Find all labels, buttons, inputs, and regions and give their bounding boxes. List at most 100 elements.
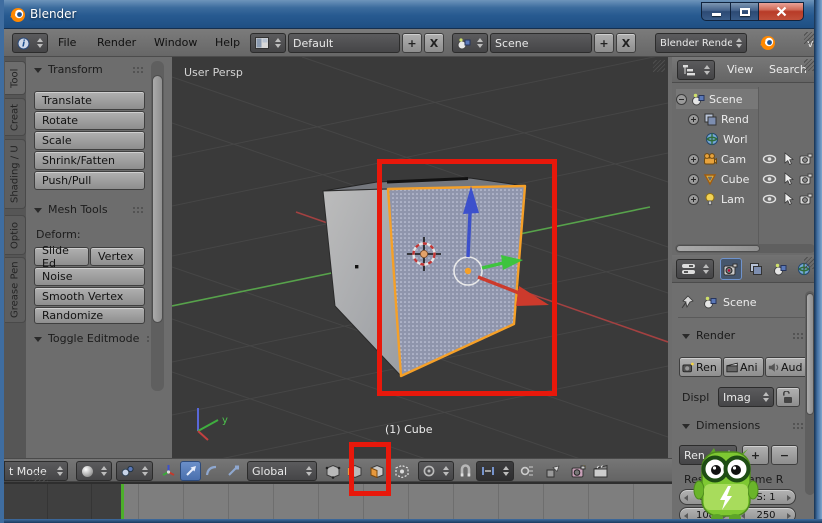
vertex-dot[interactable] — [355, 265, 359, 269]
expand-icon[interactable] — [688, 153, 699, 165]
translate-manipulator-button[interactable] — [180, 461, 201, 481]
outliner-item-cube[interactable]: Cube — [688, 169, 749, 189]
scrollbar-thumb[interactable] — [806, 293, 814, 415]
screen-delete-button[interactable]: X — [424, 33, 444, 53]
panel-grip-icon[interactable] — [132, 66, 145, 73]
mesh-tools-panel-header[interactable]: Mesh Tools — [34, 203, 108, 216]
scale-button[interactable]: Scale — [34, 131, 145, 150]
panel-grip-icon[interactable] — [132, 206, 145, 213]
outliner-item-renderlayers[interactable]: Rend — [688, 109, 749, 129]
display-mode-dropdown[interactable]: Imag — [718, 387, 774, 407]
smooth-vertex-button[interactable]: Smooth Vertex — [34, 287, 145, 306]
manipulator-toggle-button[interactable] — [158, 461, 178, 481]
outliner-h-scrollbar[interactable] — [675, 244, 815, 253]
expand-icon[interactable] — [688, 173, 699, 185]
minimize-button[interactable] — [701, 2, 730, 21]
dimensions-panel-header[interactable]: Dimensions — [682, 419, 760, 432]
viewport-corner-grip[interactable] — [653, 60, 665, 72]
timeline[interactable] — [4, 482, 672, 519]
scale-manipulator-button[interactable] — [223, 461, 243, 481]
outliner-item-world[interactable]: Worl — [705, 129, 748, 149]
expand-icon[interactable] — [688, 113, 699, 125]
render-engine-selector[interactable]: Blender Render — [655, 33, 747, 53]
render-audio-button[interactable]: Aud — [765, 357, 810, 377]
render-animation-button[interactable]: Ani — [723, 357, 764, 377]
opengl-render-button[interactable] — [568, 461, 590, 481]
tool-shelf-scrollbar[interactable] — [151, 61, 164, 391]
shrink-fatten-button[interactable]: Shrink/Fatten — [34, 151, 145, 170]
noise-button[interactable]: Noise — [34, 267, 145, 286]
outliner-item-scene[interactable]: Scene — [676, 89, 758, 109]
tab-options[interactable]: Optio — [5, 215, 26, 255]
lock-interface-button[interactable] — [776, 387, 800, 407]
menu-render[interactable]: Render — [97, 36, 136, 49]
visibility-eye-icon[interactable] — [762, 153, 777, 165]
tab-create[interactable]: Creat — [5, 98, 26, 136]
screen-layout-selector[interactable] — [250, 33, 286, 53]
scene-name-field[interactable]: Scene — [490, 33, 592, 53]
snap-target-button[interactable] — [516, 461, 536, 481]
close-button[interactable] — [758, 2, 804, 21]
render-layers-tab[interactable] — [745, 258, 767, 280]
selectable-arrow-icon[interactable] — [782, 152, 795, 166]
transform-orientation-dropdown[interactable]: Global — [247, 461, 317, 481]
visibility-eye-icon[interactable] — [762, 193, 777, 205]
proportional-edit-dropdown[interactable] — [418, 461, 454, 481]
panel-grip-icon[interactable] — [792, 332, 805, 339]
outliner-search-menu[interactable]: Search — [769, 63, 807, 76]
edge-slide-button[interactable]: Slide Ed — [34, 244, 89, 270]
scene-delete-button[interactable]: X — [616, 33, 636, 53]
scrollbar-thumb[interactable] — [676, 245, 760, 252]
decrement-arrow-icon[interactable] — [684, 495, 688, 501]
translate-button[interactable]: Translate — [34, 91, 145, 110]
toggle-editmode-panel-header[interactable]: Toggle Editmode — [34, 332, 139, 345]
increment-arrow-icon[interactable] — [787, 495, 791, 501]
menu-help[interactable]: Help — [215, 36, 240, 49]
rotate-manipulator-button[interactable] — [202, 461, 222, 481]
pin-icon[interactable] — [680, 294, 694, 310]
vertex-slide-button[interactable]: Vertex — [90, 247, 145, 266]
maximize-button[interactable] — [730, 2, 758, 21]
visibility-eye-icon[interactable] — [762, 173, 777, 185]
outliner-item-camera[interactable]: Cam — [688, 149, 746, 169]
renderable-camera-icon[interactable] — [799, 193, 814, 205]
limit-selection-visible-button[interactable] — [391, 461, 412, 481]
transform-panel-header[interactable]: Transform — [34, 63, 103, 76]
pivot-point-dropdown[interactable] — [116, 461, 153, 481]
outliner-editor-selector[interactable] — [677, 60, 715, 80]
expand-icon[interactable] — [688, 193, 699, 205]
preset-remove-button[interactable]: − — [771, 445, 798, 465]
vertex-select-button[interactable] — [322, 461, 343, 481]
renderable-camera-icon[interactable] — [799, 173, 814, 185]
scene-selector[interactable] — [452, 33, 488, 53]
randomize-button[interactable]: Randomize — [34, 307, 145, 324]
selectable-arrow-icon[interactable] — [782, 192, 795, 206]
snap-toggle-button[interactable] — [456, 461, 474, 481]
screen-layout-name-field[interactable]: Default — [288, 33, 400, 53]
tab-tools[interactable]: Tool — [5, 61, 26, 95]
pinned-id-name[interactable]: Scene — [723, 296, 757, 309]
snap-peel-object-button[interactable] — [542, 461, 564, 481]
panel-grip-icon[interactable] — [792, 422, 805, 429]
outliner-view-menu[interactable]: View — [727, 63, 753, 76]
editor-type-selector[interactable]: i — [12, 33, 48, 53]
render-still-button[interactable]: Ren — [679, 357, 722, 377]
collapse-icon[interactable] — [676, 93, 687, 105]
menu-file[interactable]: File — [58, 36, 76, 49]
viewport-shading-dropdown[interactable] — [76, 461, 112, 481]
tab-grease-pencil[interactable]: Grease Pen — [5, 257, 26, 323]
scene-add-button[interactable]: + — [594, 33, 614, 53]
render-panel-header[interactable]: Render — [682, 329, 735, 342]
tab-shading-uv[interactable]: Shading / U — [5, 139, 26, 209]
renderable-camera-icon[interactable] — [799, 153, 814, 165]
properties-editor-selector[interactable] — [676, 259, 714, 279]
current-frame-marker[interactable] — [121, 482, 124, 519]
opengl-render-anim-button[interactable] — [590, 461, 612, 481]
scrollbar-thumb[interactable] — [152, 75, 163, 323]
menu-window[interactable]: Window — [154, 36, 197, 49]
snap-element-dropdown[interactable] — [476, 461, 514, 481]
push-pull-button[interactable]: Push/Pull — [34, 171, 145, 190]
scene-tab[interactable] — [769, 258, 791, 280]
render-tab[interactable] — [720, 258, 742, 280]
rotate-button[interactable]: Rotate — [34, 111, 145, 130]
